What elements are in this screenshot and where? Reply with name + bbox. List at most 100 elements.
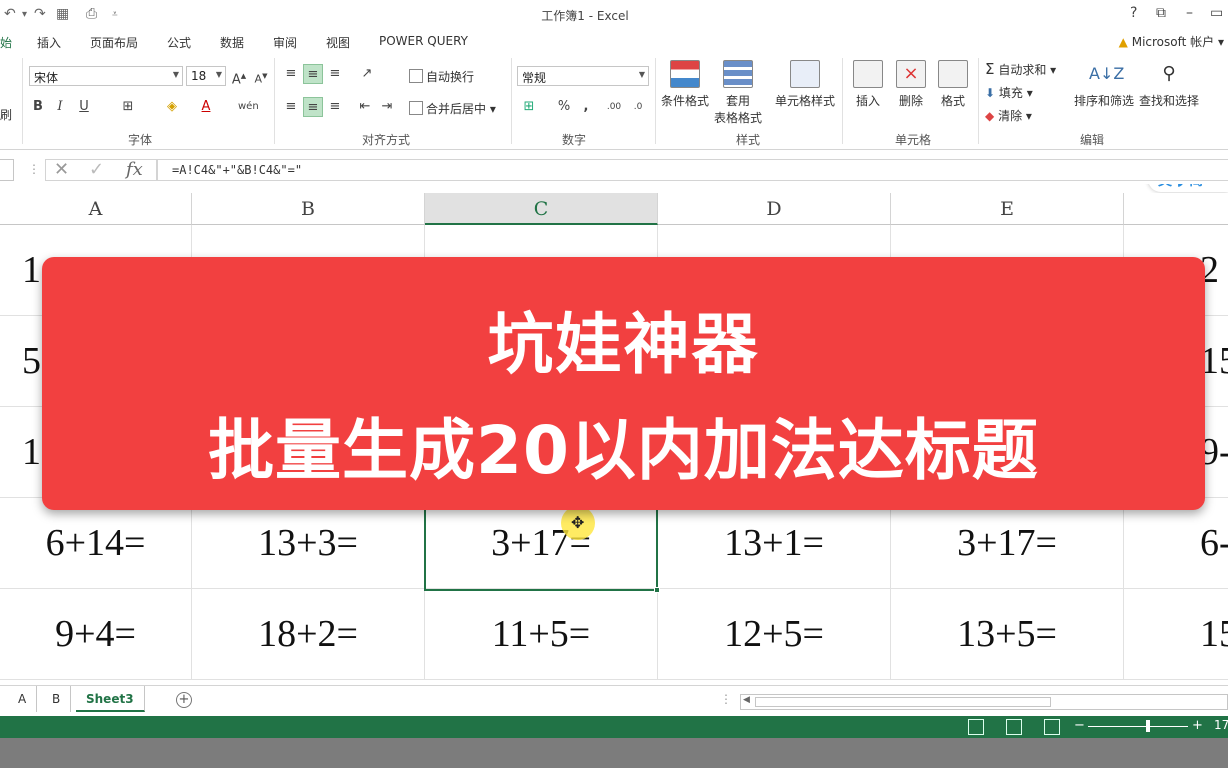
align-center-icon[interactable]: ≡ [303,97,323,117]
group-separator [978,58,979,144]
find-select-button[interactable]: ⚲ 查找和选择 [1137,60,1201,109]
zoom-level[interactable]: 17 [1214,718,1228,732]
orientation-icon[interactable]: ↗ [357,64,377,84]
tab-home[interactable]: 始 [0,34,12,51]
zoom-in-icon[interactable]: + [1192,718,1203,733]
fill-handle[interactable] [654,587,660,593]
minimize-button[interactable]: – [1186,5,1193,21]
sort-filter-button[interactable]: A↓Z 排序和筛选 [1071,60,1137,109]
format-painter-label[interactable]: 刷 [0,106,12,123]
column-header-b[interactable]: B [192,193,425,225]
cell[interactable]: 13+1= [658,498,891,589]
align-left-icon[interactable]: ≡ [281,97,301,117]
ribbon-display-button[interactable]: ⧉ [1156,5,1166,21]
cell[interactable]: 18+2= [192,589,425,680]
column-header-d[interactable]: D [658,193,891,225]
merge-center-button[interactable]: 合并后居中 ▾ [409,100,496,117]
name-box[interactable] [0,159,14,181]
phonetic-icon[interactable]: wén [238,97,259,117]
increase-decimal-icon[interactable]: .00 [604,97,624,117]
maximize-button[interactable]: ▭ [1210,5,1223,21]
help-button[interactable]: ? [1130,5,1137,21]
font-name-select[interactable]: 宋体 ▼ [29,66,183,86]
format-as-table-button[interactable]: 套用 表格格式 [710,60,766,126]
cell-styles-icon [790,60,820,88]
fill-button[interactable]: ⬇ 填充 ▾ [985,84,1033,101]
insert-cells-label: 插入 [855,94,880,108]
page-layout-view-icon[interactable] [1006,719,1022,735]
horizontal-scrollbar[interactable]: ◀ [740,694,1228,710]
tab-view[interactable]: 视图 [326,34,350,51]
scroll-thumb[interactable] [755,697,1051,707]
tab-formulas[interactable]: 公式 [167,34,191,51]
chevron-down-icon: ▼ [215,70,222,79]
conditional-format-button[interactable]: 条件格式 [657,60,713,109]
italic-icon[interactable]: I [50,97,70,117]
formula-bar-grip-icon: ⋮ [28,162,40,176]
cancel-icon[interactable]: ✕ [54,159,69,180]
insert-cells-button[interactable]: 插入 [848,60,888,109]
add-sheet-button[interactable]: + [176,692,192,708]
align-middle-icon[interactable]: ≡ [303,64,323,84]
sheet-tab-sheet3[interactable]: Sheet3 [76,686,145,712]
cell[interactable]: 12+5= [658,589,891,680]
cell[interactable]: 9+4= [0,589,192,680]
cells-group-label: 单元格 [894,133,931,147]
normal-view-icon[interactable] [968,719,984,735]
font-color-icon[interactable]: A [196,97,216,117]
sheet-tab-b[interactable]: B [42,686,72,712]
tab-review[interactable]: 审阅 [273,34,297,51]
font-size-select[interactable]: 18 ▼ [186,66,226,86]
cell[interactable]: 13+3= [192,498,425,589]
tab-insert[interactable]: 插入 [37,34,61,51]
formula-input[interactable]: =A!C4&"+"&B!C4&"=" [157,159,1228,181]
increase-font-icon[interactable]: A▲ [229,66,249,87]
tab-data[interactable]: 数据 [220,34,244,51]
underline-icon[interactable]: U [74,97,94,117]
format-cells-button[interactable]: 格式 [933,60,973,109]
column-header-c[interactable]: C [425,193,658,225]
scroll-left-icon[interactable]: ◀ [743,695,750,705]
align-top-icon[interactable]: ≡ [281,64,301,84]
decrease-indent-icon[interactable]: ⇤ [355,97,375,117]
insert-function-icon[interactable]: fx [126,159,143,180]
zoom-out-icon[interactable]: − [1074,718,1085,733]
number-group-label: 数字 [561,133,586,147]
cell-styles-button[interactable]: 单元格样式 [772,60,838,109]
zoom-slider[interactable] [1088,726,1188,727]
percent-icon[interactable]: % [554,97,574,117]
decrease-decimal-icon[interactable]: .0 [628,97,648,117]
bold-icon[interactable]: B [28,97,48,117]
increase-indent-icon[interactable]: ⇥ [377,97,397,117]
comma-icon[interactable]: , [576,97,596,117]
sheet-tab-a[interactable]: A [8,686,38,712]
zoom-slider-knob[interactable] [1146,720,1150,732]
cell[interactable]: 11+5= [425,589,658,680]
align-right-icon[interactable]: ≡ [325,97,345,117]
cell[interactable]: 13+5= [891,589,1124,680]
page-break-view-icon[interactable] [1044,719,1060,735]
delete-cells-button[interactable]: × 删除 [891,60,931,109]
tab-page-layout[interactable]: 页面布局 [90,34,138,51]
column-header-f[interactable] [1124,193,1228,225]
column-header-e[interactable]: E [891,193,1124,225]
align-bottom-icon[interactable]: ≡ [325,64,345,84]
clear-button[interactable]: ◆ 清除 ▾ [985,107,1032,124]
fill-color-icon[interactable]: ◈ [162,97,182,117]
decrease-font-icon[interactable]: A▼ [251,66,271,86]
border-icon[interactable]: ⊞ [118,97,138,117]
number-format-select[interactable]: 常规 ▼ [517,66,649,86]
wrap-text-button[interactable]: 自动换行 [409,68,474,85]
column-header-a[interactable]: A [0,193,192,225]
ribbon: 刷 宋体 ▼ 18 ▼ A▲ A▼ B I U ⊞ ◈ A wén 字体 ≡ ≡ ≡… [0,54,1228,192]
cell-styles-label: 单元格样式 [774,94,835,108]
enter-icon[interactable]: ✓ [89,159,104,180]
currency-icon[interactable]: ⊞ [519,97,539,117]
cell[interactable]: 3+17= [891,498,1124,589]
cell[interactable]: 15 [1124,589,1228,680]
cell[interactable]: 6- [1124,498,1228,589]
account-menu[interactable]: ▲ Microsoft 帐户 ▾ [1119,33,1224,50]
tab-power-query[interactable]: POWER QUERY [379,34,468,48]
autosum-button[interactable]: Σ 自动求和 ▾ [985,60,1056,78]
cell[interactable]: 6+14= [0,498,192,589]
